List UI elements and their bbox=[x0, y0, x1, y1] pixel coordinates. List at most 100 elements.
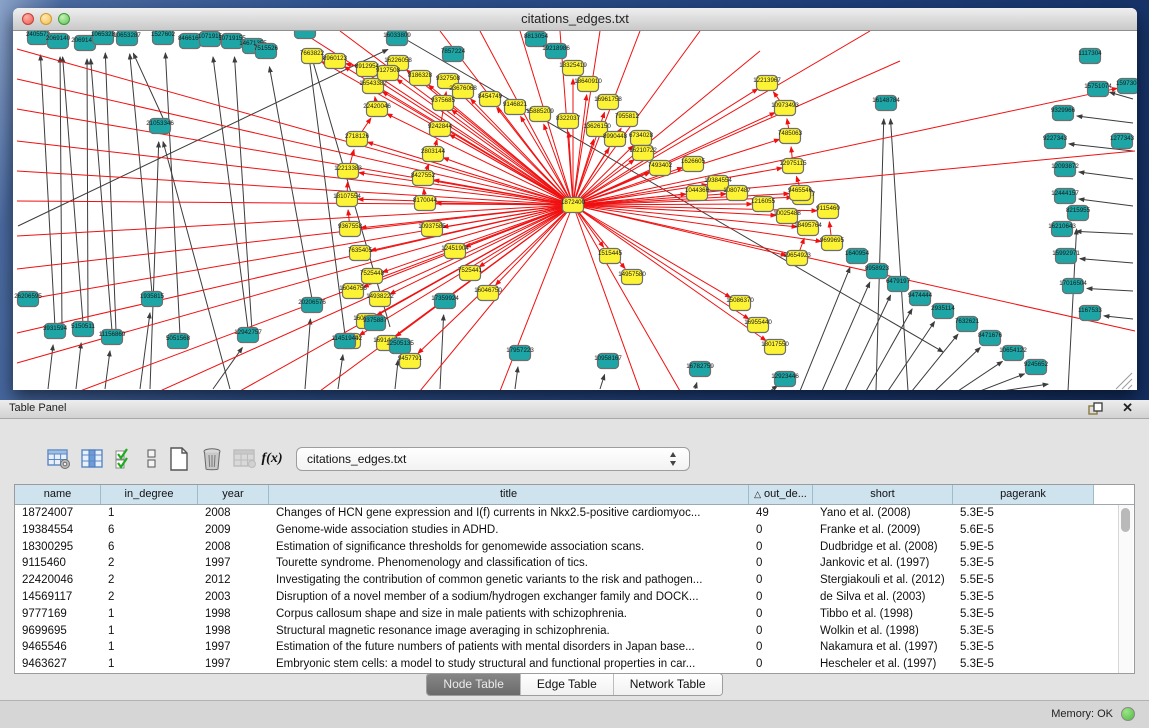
graph-edge bbox=[573, 205, 786, 255]
graph-node-label: 12213967 bbox=[753, 77, 781, 84]
tab-network-table[interactable]: Network Table bbox=[614, 674, 722, 695]
cell-title: Estimation of the future numbers of pati… bbox=[269, 639, 749, 656]
graph-node-label: 19654923 bbox=[783, 252, 811, 259]
table-row[interactable]: 946362711997Embryonic stem cells: a mode… bbox=[15, 656, 1134, 673]
graph-node-label: 15992971 bbox=[1052, 250, 1080, 257]
table-row[interactable]: 977716911998Corpus callosum shape and si… bbox=[15, 606, 1134, 623]
table-settings-icon[interactable] bbox=[46, 446, 72, 472]
graph-node-label: 20206576 bbox=[298, 299, 326, 306]
cell-year: 1998 bbox=[198, 623, 269, 640]
graph-edge bbox=[165, 53, 180, 335]
graph-node-label: 23676068 bbox=[449, 85, 477, 92]
table-row[interactable]: 1456911722003Disruption of a novel membe… bbox=[15, 589, 1134, 606]
table-row[interactable]: 969969511998Structural magnetic resonanc… bbox=[15, 623, 1134, 640]
graph-node-label: 16210722 bbox=[629, 147, 657, 154]
table-row[interactable]: 946554611997Estimation of the future num… bbox=[15, 639, 1134, 656]
network-view-window[interactable]: citations_edges.txt 18724007663822896012… bbox=[13, 8, 1137, 390]
table-row[interactable]: 1830029562008Estimation of significance … bbox=[15, 539, 1134, 556]
graph-node-label: 5150511 bbox=[71, 323, 95, 330]
tab-node-table[interactable]: Node Table bbox=[427, 674, 521, 695]
graph-node-label: 8813054 bbox=[524, 33, 549, 40]
table-source-select[interactable]: citations_edges.txt bbox=[296, 447, 690, 471]
resize-grip[interactable] bbox=[1116, 373, 1132, 389]
graph-edge bbox=[695, 383, 697, 389]
graph-node-label: 9375685 bbox=[431, 97, 456, 104]
graph-node-label: 1872400 bbox=[561, 199, 586, 206]
graph-edge bbox=[338, 355, 343, 389]
table-scrollbar[interactable] bbox=[1118, 505, 1133, 673]
cell-out_de: 0 bbox=[749, 606, 813, 623]
import-table-icon[interactable] bbox=[232, 446, 258, 472]
rows-icon[interactable] bbox=[145, 446, 159, 472]
cell-out_de: 0 bbox=[749, 522, 813, 539]
graph-node-label: 10973493 bbox=[771, 102, 799, 109]
graph-edge bbox=[1104, 316, 1133, 319]
cell-pagerank: 5.3E-5 bbox=[953, 505, 1094, 522]
graph-edge bbox=[60, 57, 62, 331]
graph-node-label: 19384554 bbox=[704, 177, 732, 184]
graph-edge bbox=[822, 282, 870, 390]
column-header-out_de[interactable]: △out_de... bbox=[749, 485, 813, 504]
table-toolbar: f(x) citations_edges.txt bbox=[46, 442, 690, 476]
cell-short: Dudbridge et al. (2008) bbox=[813, 539, 953, 556]
table-row[interactable]: 1938455462009Genome-wide association stu… bbox=[15, 522, 1134, 539]
window-title: citations_edges.txt bbox=[13, 11, 1137, 26]
graph-node-label: 9699695 bbox=[820, 237, 845, 244]
window-titlebar[interactable]: citations_edges.txt bbox=[13, 8, 1137, 31]
column-header-title[interactable]: title bbox=[269, 485, 749, 504]
graph-node-label: 14957580 bbox=[618, 271, 646, 278]
graph-node-label: 9375887 bbox=[363, 317, 388, 324]
column-header-in_degree[interactable]: in_degree bbox=[101, 485, 198, 504]
graph-node-label: 11156869 bbox=[99, 331, 126, 338]
graph-node-label: 1117304 bbox=[1078, 50, 1102, 57]
column-chooser-icon[interactable] bbox=[79, 446, 105, 472]
float-panel-icon[interactable] bbox=[1088, 402, 1103, 415]
column-header-year[interactable]: year bbox=[198, 485, 269, 504]
table-row[interactable]: 1872400712008Changes of HCN gene express… bbox=[15, 505, 1134, 522]
table-row[interactable]: 2242004622012Investigating the contribut… bbox=[15, 572, 1134, 589]
graph-node-label: 12975115 bbox=[779, 160, 807, 167]
function-builder-icon[interactable]: f(x) bbox=[265, 446, 279, 472]
checklist-icon[interactable] bbox=[112, 446, 138, 472]
cell-in_degree: 6 bbox=[101, 522, 198, 539]
graph-node-label: 6479197 bbox=[886, 278, 911, 285]
graph-edge bbox=[1080, 259, 1133, 263]
cell-pagerank: 5.6E-5 bbox=[953, 522, 1094, 539]
graph-node[interactable] bbox=[295, 31, 316, 39]
graph-node-label: 22420046 bbox=[363, 103, 391, 110]
graph-node-label: 10654122 bbox=[999, 347, 1027, 354]
graph-edge bbox=[573, 205, 776, 215]
network-canvas[interactable]: 1872400766382289601238912954165433822242… bbox=[13, 31, 1137, 390]
graph-node-label: 7663822 bbox=[300, 50, 325, 57]
cell-year: 1997 bbox=[198, 639, 269, 656]
delete-icon[interactable] bbox=[199, 446, 225, 472]
cell-title: Embryonic stem cells: a model to study s… bbox=[269, 656, 749, 673]
cell-pagerank: 5.3E-5 bbox=[953, 606, 1094, 623]
graph-node-label: 18017550 bbox=[761, 341, 789, 348]
table-scrollbar-thumb[interactable] bbox=[1121, 508, 1130, 532]
graph-node-label: 1515445 bbox=[598, 250, 623, 257]
memory-ok-indicator bbox=[1121, 707, 1135, 721]
graph-node-label: 9327508 bbox=[436, 75, 461, 82]
graph-edge bbox=[600, 375, 605, 389]
cell-year: 2012 bbox=[198, 572, 269, 589]
table-row[interactable]: 911546021997Tourette syndrome. Phenomeno… bbox=[15, 555, 1134, 572]
graph-edge bbox=[1077, 116, 1133, 123]
graph-edge bbox=[76, 343, 81, 389]
table-panel-header: Table Panel ✕ bbox=[0, 400, 1149, 419]
column-header-name[interactable]: name bbox=[15, 485, 101, 504]
cell-in_degree: 1 bbox=[101, 505, 198, 522]
graph-node-label: 1277343 bbox=[1110, 135, 1135, 142]
column-header-short[interactable]: short bbox=[813, 485, 953, 504]
graph-node-label: 12213383 bbox=[334, 165, 362, 172]
graph-node-label: 1626605 bbox=[681, 158, 706, 165]
graph-node-label: 10807487 bbox=[723, 187, 751, 194]
graph-edge bbox=[63, 57, 83, 323]
cell-title: Changes of HCN gene expression and I(f) … bbox=[269, 505, 749, 522]
tab-edge-table[interactable]: Edge Table bbox=[521, 674, 614, 695]
column-header-pagerank[interactable]: pagerank bbox=[953, 485, 1094, 504]
graph-node-label: 21053346 bbox=[146, 120, 174, 127]
new-document-icon[interactable] bbox=[166, 446, 192, 472]
close-panel-icon[interactable]: ✕ bbox=[1122, 400, 1133, 416]
graph-node-label: 26206595 bbox=[14, 293, 42, 300]
